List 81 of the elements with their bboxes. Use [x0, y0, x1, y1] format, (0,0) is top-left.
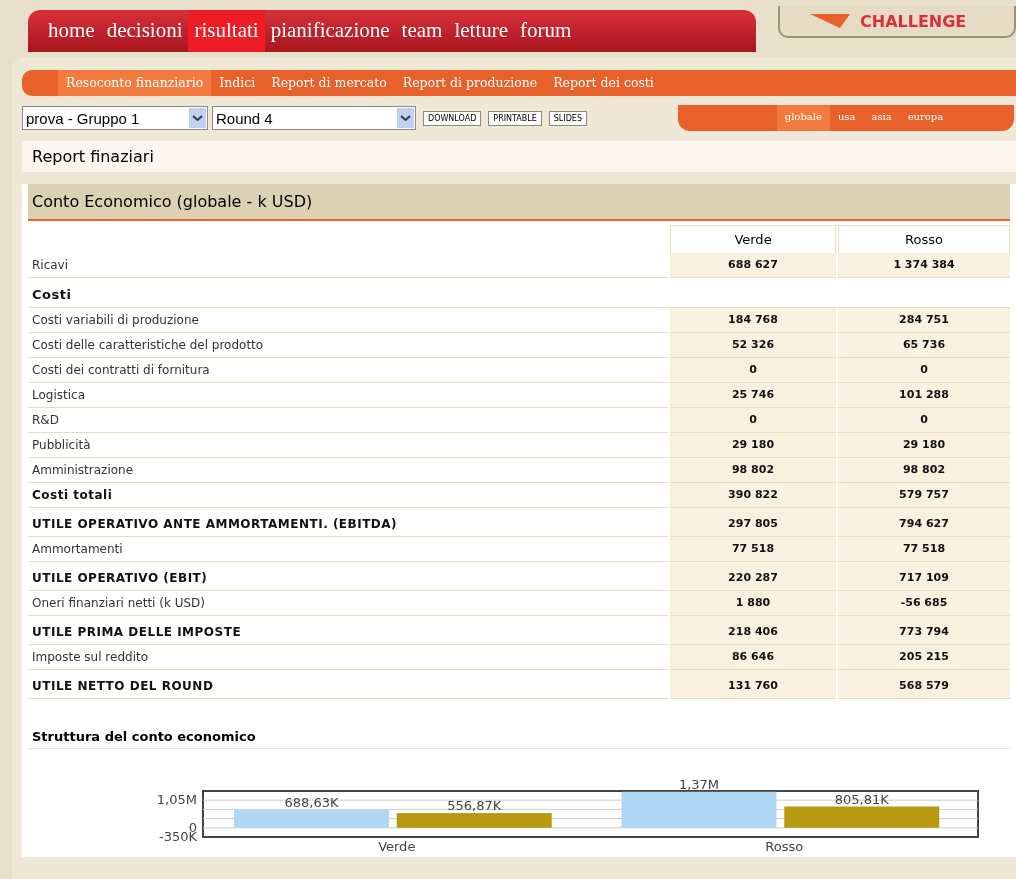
logo-icon — [810, 14, 850, 28]
table-cell: -56 685 — [838, 591, 1010, 616]
table-cell: 717 109 — [838, 562, 1010, 591]
table-cell: 77 518 — [670, 537, 836, 562]
table-cell: 218 406 — [670, 616, 836, 645]
table-cell: 29 180 — [670, 433, 836, 458]
axis-label: 1,05M — [156, 792, 197, 808]
table-cell: 390 822 — [670, 483, 836, 508]
row-label: Costi delle caratteristiche del prodotto — [28, 333, 668, 358]
row-label: Costi totali — [28, 483, 668, 508]
value-label: 688,63K — [284, 794, 339, 810]
page-title: Report finaziari — [22, 141, 1016, 172]
caret-icon — [189, 108, 206, 128]
table-cell: 86 646 — [670, 645, 836, 670]
row-label: UTILE NETTO DEL ROUND — [28, 670, 668, 699]
table-cell: 77 518 — [838, 537, 1010, 562]
logo-text: CHALLENGE — [860, 11, 967, 31]
nav-tab[interactable]: pianificazione — [264, 10, 396, 52]
table-cell: 131 760 — [670, 670, 836, 699]
table-cell: 220 287 — [670, 562, 836, 591]
team-select[interactable]: prova - Gruppo 1 — [22, 106, 208, 130]
region-tab[interactable]: asia — [863, 105, 900, 131]
value-label: 1,37M — [678, 776, 720, 792]
axis-label: Rosso — [765, 839, 804, 854]
table-cell: 25 746 — [670, 383, 836, 408]
row-label: Amministrazione — [28, 458, 668, 483]
table-cell: 794 627 — [838, 508, 1010, 537]
table-cell: 0 — [670, 358, 836, 383]
nav-tab[interactable]: team — [395, 10, 449, 52]
caret-icon — [397, 108, 414, 128]
table-cell: 568 579 — [838, 670, 1010, 699]
row-label: Pubblicità — [28, 433, 668, 458]
table-cell: 29 180 — [838, 433, 1010, 458]
round-select[interactable]: Round 4 — [212, 106, 416, 130]
row-label: Logistica — [28, 383, 668, 408]
table-cell: 0 — [838, 358, 1010, 383]
toolbar-button[interactable]: PRINTABLE — [488, 110, 542, 126]
chart-title: Struttura del conto economico — [28, 725, 1010, 749]
value-label: 556,87K — [447, 798, 502, 814]
sub-nav-tab[interactable]: Report dei costi — [545, 70, 662, 96]
axis-label: Verde — [378, 839, 416, 854]
table-cell: 297 805 — [670, 508, 836, 537]
region-tab[interactable]: usa — [829, 105, 864, 131]
row-label: UTILE PRIMA DELLE IMPOSTE — [28, 616, 668, 645]
table-cell: 773 794 — [838, 616, 1010, 645]
nav-tab[interactable]: home — [42, 10, 101, 52]
table-cell: 65 736 — [838, 333, 1010, 358]
table-cell: 1 374 384 — [838, 253, 1010, 278]
row-label: UTILE OPERATIVO (EBIT) — [28, 562, 668, 591]
row-label: Ricavi — [28, 253, 668, 278]
table-cell: 98 802 — [838, 458, 1010, 483]
nav-tab[interactable]: forum — [514, 10, 578, 52]
table-cell: 98 802 — [670, 458, 836, 483]
table-cell: 52 326 — [670, 333, 836, 358]
row-label: Imposte sul reddito — [28, 645, 668, 670]
region-tab[interactable]: europa — [899, 105, 952, 131]
value-label: 805,81K — [834, 791, 889, 807]
table-cell: 1 880 — [670, 591, 836, 616]
table-cell: 284 751 — [838, 308, 1010, 333]
table-cell: 184 768 — [670, 308, 836, 333]
toolbar-button[interactable]: SLIDES — [548, 110, 587, 126]
toolbar-button[interactable]: DOWNLOAD — [423, 110, 482, 126]
row-label: Costi dei contratti di fornitura — [28, 358, 668, 383]
nav-tab[interactable]: letture — [448, 10, 515, 52]
nav-tab[interactable]: risultati — [188, 10, 265, 52]
row-label: R&D — [28, 408, 668, 433]
nav-tab[interactable]: decisioni — [100, 10, 189, 52]
sub-nav-tab[interactable]: Indici — [211, 70, 264, 96]
row-label: Oneri finanziari netti (k USD) — [28, 591, 668, 616]
table-cell: 205 215 — [838, 645, 1010, 670]
row-label: Costi variabili di produzione — [28, 308, 668, 333]
table-cell: 101 288 — [838, 383, 1010, 408]
row-label: Ammortamenti — [28, 537, 668, 562]
table-cell: 688 627 — [670, 253, 836, 278]
sub-nav-tab[interactable]: Report di produzione — [394, 70, 546, 96]
row-label: UTILE OPERATIVO ANTE AMMORTAMENTI. (EBITDA) — [28, 508, 668, 537]
table-cell: 0 — [838, 408, 1010, 433]
table-cell: 0 — [670, 408, 836, 433]
table-cell: 579 757 — [838, 483, 1010, 508]
section-title: Conto Economico (globale - k USD) — [28, 184, 1010, 221]
sub-nav-tab[interactable]: Report di mercato — [263, 70, 395, 96]
